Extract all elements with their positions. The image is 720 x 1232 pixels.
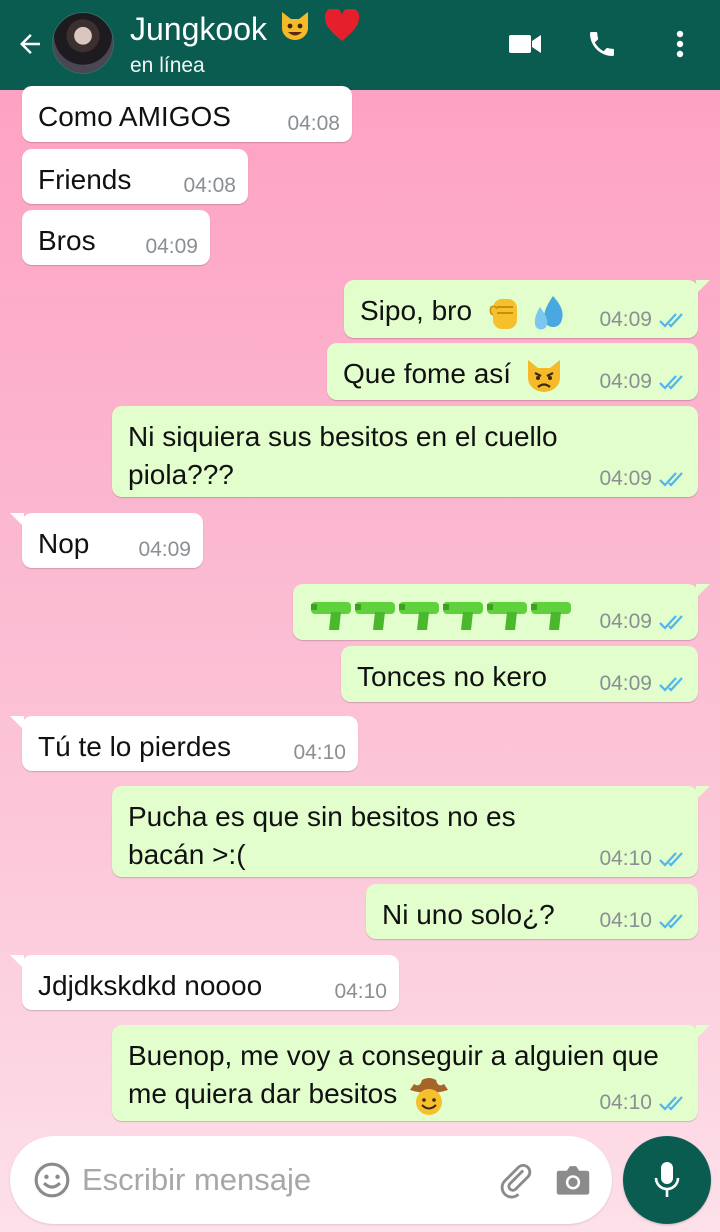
read-ticks-icon bbox=[659, 677, 683, 692]
pouting-cat-emoji bbox=[524, 356, 564, 401]
message-time: 04:10 bbox=[599, 909, 652, 932]
message-bubble-outgoing[interactable]: Sipo, bro 04:09 bbox=[344, 280, 710, 338]
water-pistol-emoji bbox=[529, 596, 573, 639]
message-bubble-incoming[interactable]: Bros 04:09 bbox=[22, 210, 210, 265]
contact-status: en línea bbox=[130, 54, 205, 77]
read-ticks-icon bbox=[659, 914, 683, 929]
message-text: Como AMIGOS bbox=[38, 101, 231, 132]
cowboy-face-emoji bbox=[408, 1076, 450, 1121]
message-composer[interactable]: Escribir mensaje bbox=[10, 1136, 612, 1224]
read-ticks-icon bbox=[659, 1096, 683, 1111]
chat-header: Jungkook en línea bbox=[0, 0, 720, 90]
message-bubble-outgoing[interactable]: Que fome así 04:09 bbox=[327, 343, 698, 400]
message-time: 04:10 bbox=[293, 741, 346, 764]
message-time: 04:09 bbox=[599, 308, 652, 331]
read-ticks-icon bbox=[659, 472, 683, 487]
video-call-icon[interactable] bbox=[503, 22, 547, 66]
message-bubble-incoming[interactable]: Friends 04:08 bbox=[22, 149, 248, 204]
message-bubble-outgoing[interactable]: Ni uno solo¿? 04:10 bbox=[366, 884, 698, 939]
message-text: Sipo, bro bbox=[360, 295, 473, 326]
message-text: Tú te lo pierdes bbox=[38, 731, 231, 762]
message-text: Ni uno solo¿? bbox=[382, 899, 555, 930]
raised-fist-emoji bbox=[485, 293, 525, 338]
message-time: 04:08 bbox=[183, 174, 236, 197]
message-time: 04:08 bbox=[287, 112, 340, 135]
message-text: Pucha es que sin besitos no es bacán >:( bbox=[128, 801, 524, 870]
more-options-icon[interactable] bbox=[658, 22, 702, 66]
read-ticks-icon bbox=[659, 375, 683, 390]
message-time: 04:10 bbox=[599, 1091, 652, 1114]
message-time: 04:09 bbox=[599, 610, 652, 633]
message-text: Ni siquiera sus besitos en el cuello pio… bbox=[128, 421, 566, 490]
water-pistol-emoji bbox=[441, 596, 485, 639]
message-text: Jdjdkskdkd noooo bbox=[38, 970, 263, 1001]
message-text: Buenop, me voy a conseguir a alguien que… bbox=[128, 1040, 667, 1109]
message-time: 04:10 bbox=[334, 980, 387, 1003]
water-pistol-emoji bbox=[485, 596, 529, 639]
message-time: 04:09 bbox=[138, 538, 191, 561]
message-text: Nop bbox=[38, 528, 90, 559]
message-text: Que fome así bbox=[343, 358, 512, 389]
message-bubble-outgoing[interactable]: 04:09 bbox=[293, 584, 710, 640]
message-text: Bros bbox=[38, 225, 96, 256]
read-ticks-icon bbox=[659, 313, 683, 328]
message-bubble-outgoing[interactable]: Pucha es que sin besitos no es bacán >:(… bbox=[112, 786, 710, 877]
mic-icon bbox=[654, 1162, 680, 1197]
contact-info[interactable]: Jungkook en línea bbox=[130, 7, 360, 80]
message-bubble-incoming[interactable]: Nop 04:09 bbox=[10, 513, 203, 568]
message-input[interactable]: Escribir mensaje bbox=[82, 1162, 311, 1198]
avatar[interactable] bbox=[52, 12, 114, 74]
message-time: 04:09 bbox=[145, 235, 198, 258]
message-bubble-incoming[interactable]: Tú te lo pierdes 04:10 bbox=[10, 716, 358, 771]
sweat-droplets-emoji bbox=[529, 293, 569, 338]
message-time: 04:10 bbox=[599, 847, 652, 870]
message-time: 04:09 bbox=[599, 672, 652, 695]
phone-icon[interactable] bbox=[580, 22, 624, 66]
emoji-icon[interactable] bbox=[30, 1158, 74, 1202]
message-text: Tonces no kero bbox=[357, 661, 547, 692]
read-ticks-icon bbox=[659, 615, 683, 630]
back-arrow-icon[interactable] bbox=[10, 24, 50, 64]
message-text: Friends bbox=[38, 164, 132, 195]
mic-button[interactable] bbox=[623, 1136, 711, 1224]
contact-name: Jungkook bbox=[130, 10, 267, 47]
message-bubble-incoming[interactable]: Como AMIGOS 04:08 bbox=[22, 86, 352, 142]
read-ticks-icon bbox=[659, 852, 683, 867]
smiling-cat-emoji bbox=[277, 8, 313, 49]
message-bubble-outgoing[interactable]: Ni siquiera sus besitos en el cuello pio… bbox=[112, 406, 698, 497]
water-pistol-emoji bbox=[397, 596, 441, 639]
water-pistol-emoji bbox=[309, 596, 353, 639]
attach-icon[interactable] bbox=[494, 1158, 538, 1202]
message-bubble-outgoing[interactable]: Tonces no kero 04:09 bbox=[341, 646, 698, 702]
red-heart-emoji bbox=[324, 7, 360, 48]
camera-icon[interactable] bbox=[551, 1158, 595, 1202]
water-pistol-emoji bbox=[353, 596, 397, 639]
message-time: 04:09 bbox=[599, 467, 652, 490]
message-bubble-incoming[interactable]: Jdjdkskdkd noooo 04:10 bbox=[10, 955, 399, 1010]
message-time: 04:09 bbox=[599, 370, 652, 393]
message-bubble-outgoing[interactable]: Buenop, me voy a conseguir a alguien que… bbox=[112, 1025, 710, 1121]
